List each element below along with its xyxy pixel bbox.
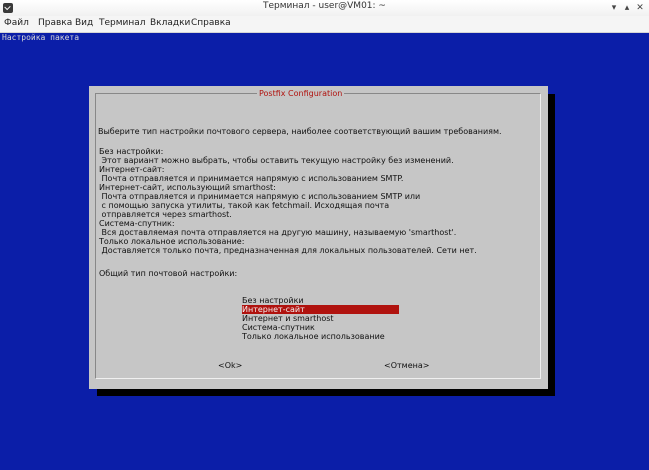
menu-bar: Файл Правка Вид Терминал Вкладки Справка [0,16,649,33]
close-icon[interactable]: ✕ [634,2,646,14]
option-internet-smarthost[interactable]: Интернет и smarthost [242,314,399,323]
cancel-button[interactable]: <Отмена> [384,361,429,370]
dialog-line: Почта отправляется и принимается напряму… [99,174,404,183]
dialog-title: Postfix Configuration [257,89,345,98]
menu-tabs[interactable]: Вкладки [150,18,190,28]
dialog-line: Доставляется только почта, предназначенн… [99,246,477,255]
dialog-line: отправляется через smarthost. [99,210,232,219]
menu-view[interactable]: Вид [75,18,93,28]
dialog-shadow-bottom [97,389,555,396]
menu-terminal[interactable]: Терминал [99,18,146,28]
option-satellite[interactable]: Система-спутник [242,323,399,332]
dialog-line: Система-спутник: [99,219,175,228]
minimize-icon[interactable]: ▾ [608,2,620,14]
maximize-icon[interactable]: ▴ [621,2,633,14]
option-internet-site[interactable]: Интернет-сайт [242,305,399,314]
dialog-line: Интернет-сайт: [99,165,165,174]
dialog-line: Выберите тип настройки почтового сервера… [98,127,502,136]
dialog-line: Только локальное использование: [99,237,245,246]
dialog-line: Этот вариант можно выбрать, чтобы остави… [99,156,454,165]
dialog-line: Почта отправляется и принимается напряму… [99,192,421,201]
dialog-shadow-right [548,94,555,396]
dialog-line: Вся доставляемая почта отправляется на д… [99,228,457,237]
window-title: Терминал - user@VM01: ~ [263,1,386,11]
menu-help[interactable]: Справка [191,18,231,28]
dialog-line: с помощью запуска утилиты, такой как fet… [99,201,390,210]
dialog-line: Интернет-сайт, использующий smarthost: [99,183,276,192]
postfix-dialog: Postfix Configuration Выберите тип настр… [89,86,548,389]
mail-type-prompt: Общий тип почтовой настройки: [99,269,238,278]
menu-edit[interactable]: Правка [38,18,72,28]
title-bar: Терминал - user@VM01: ~ ▾ ▴ ✕ [0,0,649,17]
option-no-config[interactable]: Без настройки [242,296,399,305]
dialog-line: Без настройки: [99,147,164,156]
terminal-window: Терминал - user@VM01: ~ ▾ ▴ ✕ Файл Правк… [0,0,649,470]
ok-button[interactable]: <Ok> [218,361,242,370]
package-config-header: Настройка пакета [2,33,80,42]
option-local-only[interactable]: Только локальное использование [242,332,399,341]
menu-file[interactable]: Файл [4,18,29,28]
